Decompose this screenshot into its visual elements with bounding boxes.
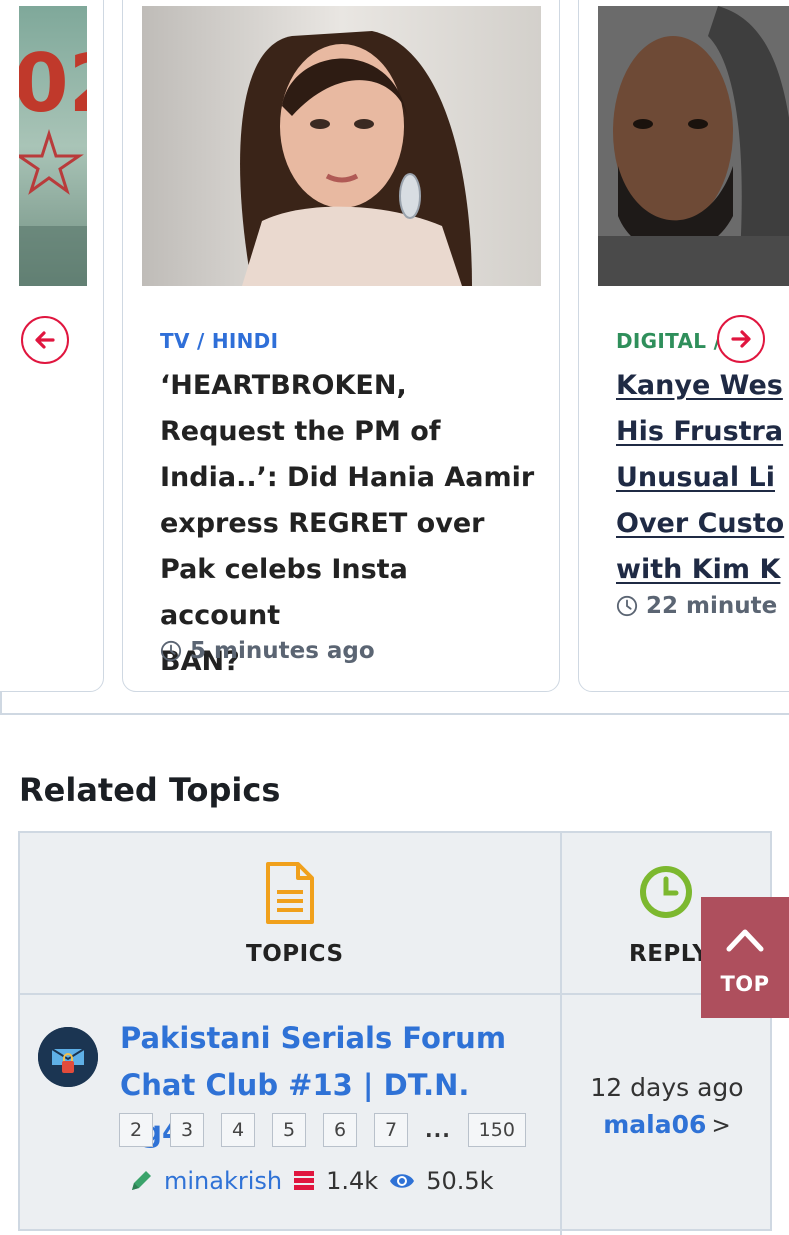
page-link[interactable]: 3	[170, 1113, 204, 1147]
page-link[interactable]: 7	[374, 1113, 408, 1147]
headline-line: India..’: Did Hania Aamir	[160, 462, 535, 493]
clock-icon	[616, 595, 638, 617]
last-reply-time: 12 days ago	[590, 1073, 744, 1102]
clock-icon	[160, 640, 182, 662]
last-reply: 12 days ago mala06 >	[562, 1073, 772, 1139]
news-time-text: 22 minute	[646, 593, 778, 619]
clock-icon	[640, 866, 692, 918]
page-link[interactable]: 2	[119, 1113, 153, 1147]
news-thumbnail: 02	[19, 6, 87, 286]
reply-column-label[interactable]: REPLY	[629, 941, 710, 967]
avatar[interactable]	[38, 1027, 98, 1087]
news-carousel: 02	[0, 0, 789, 715]
back-to-top-button[interactable]: TOP	[701, 897, 789, 1018]
arrow-left-icon	[35, 331, 55, 349]
headline-line: ‘HEARTBROKEN,	[160, 370, 407, 401]
news-timestamp: 5 minutes ago	[160, 638, 375, 664]
table-row: Pakistani Serials Forum Chat Club #13 | …	[20, 995, 772, 1235]
page-link[interactable]: 6	[323, 1113, 357, 1147]
carousel-next-button[interactable]	[717, 315, 765, 363]
last-reply-user-link[interactable]: mala06	[603, 1110, 706, 1139]
replies-count: 1.4k	[326, 1167, 379, 1195]
news-category[interactable]: DIGITAL /	[616, 329, 721, 353]
arrow-right-icon	[731, 330, 751, 348]
headline-line: Pak celebs Insta account	[160, 554, 408, 631]
views-count: 50.5k	[426, 1167, 494, 1195]
news-card[interactable]: TV / HINDI ‘HEARTBROKEN, Request the PM …	[122, 0, 560, 692]
topics-column-header: TOPICS	[20, 833, 562, 995]
related-topics-heading: Related Topics	[19, 771, 281, 809]
headline-line: His Frustra	[616, 416, 784, 447]
eye-icon	[390, 1174, 415, 1188]
topics-column-label[interactable]: TOPICS	[246, 941, 344, 967]
svg-text:02: 02	[19, 37, 87, 130]
headline-line: with Kim K	[616, 554, 781, 585]
document-icon	[266, 862, 314, 924]
last-reply-arrow[interactable]: >	[711, 1113, 730, 1139]
topic-meta: minakrish 1.4k 50.5k	[128, 1167, 494, 1195]
news-thumbnail	[142, 6, 541, 286]
headline-line: Unusual Li	[616, 462, 775, 493]
headline-line: Kanye Wes	[616, 370, 783, 401]
chevron-up-icon	[726, 929, 764, 952]
topic-author-link[interactable]: minakrish	[164, 1167, 282, 1195]
news-timestamp: 22 minute	[616, 593, 777, 619]
page-link-last[interactable]: 150	[467, 1113, 526, 1147]
pencil-icon	[132, 1171, 151, 1190]
news-category[interactable]: TV / HINDI	[160, 329, 278, 353]
carousel-prev-button[interactable]	[21, 316, 69, 364]
replies-icon	[294, 1171, 315, 1190]
headline-line: Over Custo	[616, 508, 785, 539]
pagination-ellipsis: ...	[425, 1118, 451, 1142]
news-headline[interactable]: Kanye Wes His Frustra Unusual Li Over Cu…	[616, 363, 789, 593]
page-link[interactable]: 5	[272, 1113, 306, 1147]
headline-line: express REGRET over	[160, 508, 485, 539]
pagination: 2 3 4 5 6 7 ... 150	[119, 1113, 526, 1147]
headline-line: Request the PM of	[160, 416, 441, 447]
back-to-top-label: TOP	[720, 972, 770, 996]
news-headline[interactable]: ‘HEARTBROKEN, Request the PM of India..’…	[160, 363, 535, 685]
news-time-text: 5 minutes ago	[190, 638, 375, 664]
page-link[interactable]: 4	[221, 1113, 255, 1147]
news-thumbnail	[598, 6, 789, 286]
related-topics-table: TOPICS REPLY Pakistani Serials Forum Cha…	[18, 831, 772, 1235]
